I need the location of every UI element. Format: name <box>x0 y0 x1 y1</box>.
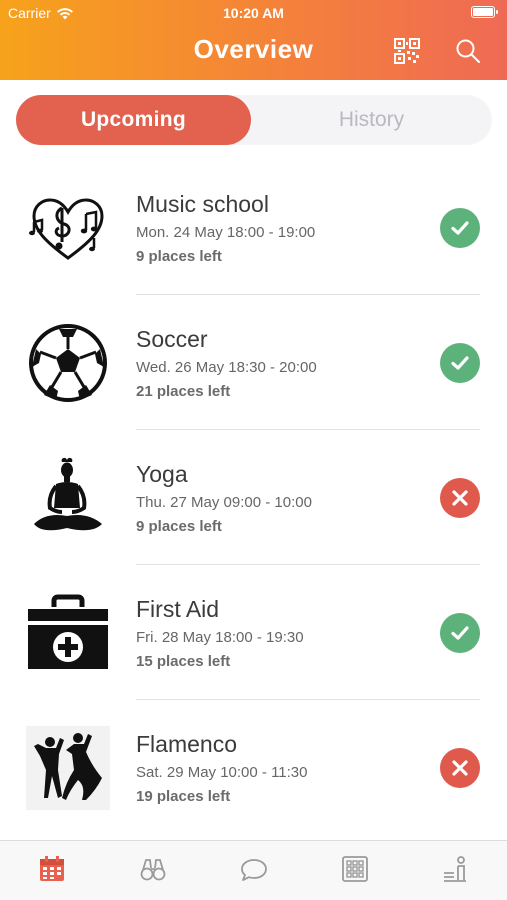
status-bar: Carrier 10:20 AM <box>0 0 507 26</box>
event-date: Fri. 28 May 18:00 - 19:30 <box>136 629 304 646</box>
tab-bar <box>0 840 507 900</box>
confirmed-status-button[interactable] <box>440 613 480 653</box>
music-heart-icon <box>29 198 104 260</box>
event-date: Thu. 27 May 09:00 - 10:00 <box>136 494 312 511</box>
qr-code-icon[interactable] <box>394 38 420 64</box>
flamenco-dancers-icon <box>26 726 110 810</box>
confirmed-status-button[interactable] <box>440 208 480 248</box>
event-places: 9 places left <box>136 518 222 535</box>
list-item[interactable]: Soccer Wed. 26 May 18:30 - 20:00 21 plac… <box>0 295 507 430</box>
header-bar: Carrier 10:20 AM Overview <box>0 0 507 80</box>
binoculars-icon[interactable] <box>139 855 167 883</box>
event-date: Mon. 24 May 18:00 - 19:00 <box>136 224 316 241</box>
event-name: Flamenco <box>136 731 237 757</box>
checkmark-icon <box>451 626 469 640</box>
declined-status-button[interactable] <box>440 478 480 518</box>
tab-history[interactable]: History <box>251 95 492 145</box>
event-name: Music school <box>136 191 269 217</box>
clock: 10:20 AM <box>223 5 284 21</box>
grid-icon[interactable] <box>341 855 369 883</box>
yoga-icon <box>34 457 102 531</box>
list-item[interactable]: First Aid Fri. 28 May 18:00 - 19:30 15 p… <box>0 565 507 700</box>
close-icon <box>452 490 468 506</box>
declined-status-button[interactable] <box>440 748 480 788</box>
event-date: Sat. 29 May 10:00 - 11:30 <box>136 764 308 781</box>
event-name: First Aid <box>136 596 220 622</box>
event-name: Soccer <box>136 326 208 352</box>
calendar-icon[interactable] <box>38 855 66 883</box>
soccer-ball-icon <box>29 324 107 402</box>
checkmark-icon <box>451 356 469 370</box>
event-places: 21 places left <box>136 383 231 400</box>
battery-icon <box>471 6 498 18</box>
close-icon <box>452 760 468 776</box>
checkmark-icon <box>451 221 469 235</box>
search-icon[interactable] <box>455 38 481 64</box>
event-places: 15 places left <box>136 653 231 670</box>
event-name: Yoga <box>136 461 188 487</box>
event-list: Music school Mon. 24 May 18:00 - 19:00 9… <box>0 160 507 835</box>
chat-icon[interactable] <box>240 855 268 883</box>
tab-upcoming[interactable]: Upcoming <box>16 95 251 145</box>
page-title: Overview <box>193 34 314 64</box>
event-places: 19 places left <box>136 788 231 805</box>
profile-icon[interactable] <box>442 855 470 883</box>
list-item[interactable]: Yoga Thu. 27 May 09:00 - 10:00 9 places … <box>0 430 507 565</box>
list-item[interactable]: Music school Mon. 24 May 18:00 - 19:00 9… <box>0 160 507 295</box>
event-places: 9 places left <box>136 248 222 265</box>
segmented-control: Upcoming History <box>16 95 492 145</box>
list-item[interactable]: Flamenco Sat. 29 May 10:00 - 11:30 19 pl… <box>0 700 507 835</box>
event-date: Wed. 26 May 18:30 - 20:00 <box>136 359 317 376</box>
confirmed-status-button[interactable] <box>440 343 480 383</box>
first-aid-kit-icon <box>26 594 110 671</box>
